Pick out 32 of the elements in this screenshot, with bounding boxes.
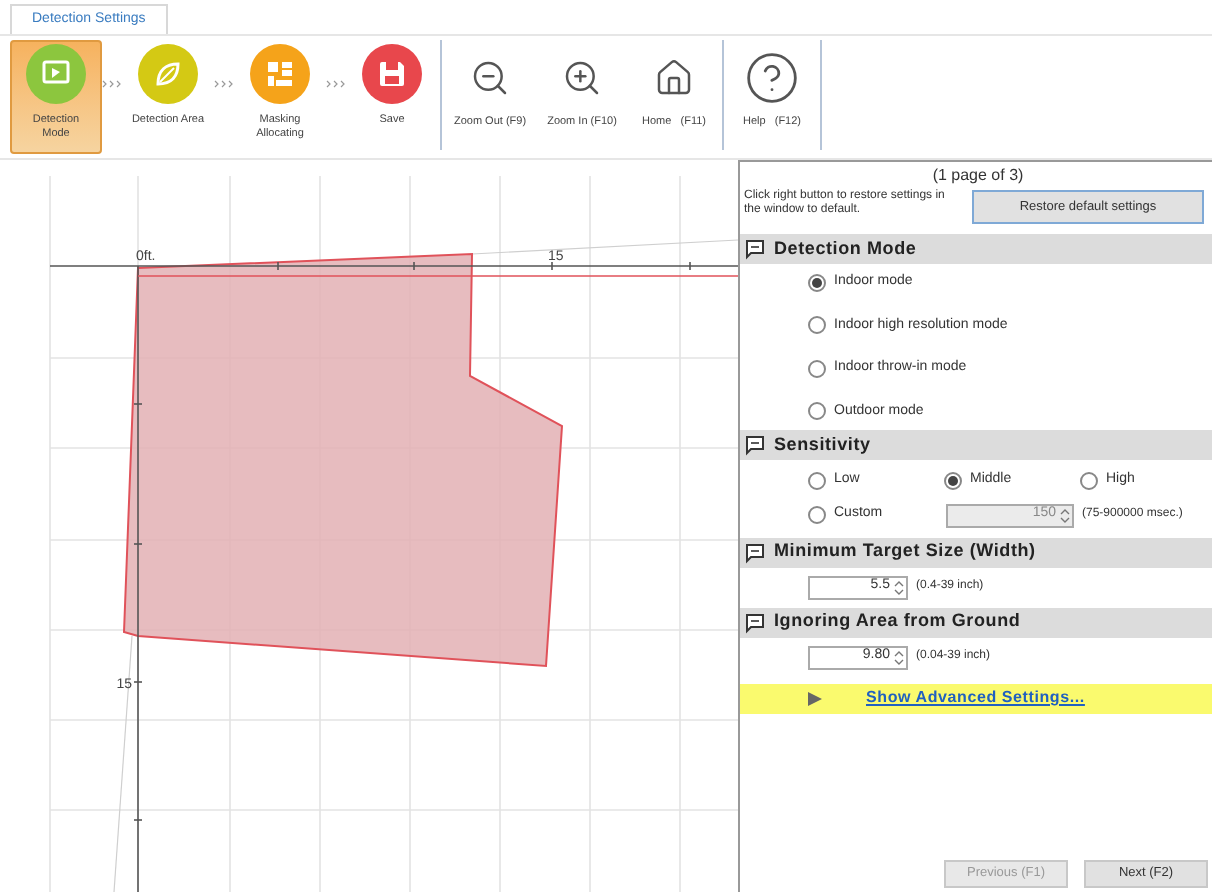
radio-button[interactable] — [808, 402, 826, 421]
screen-icon — [42, 60, 70, 88]
zoom-in-icon — [562, 58, 602, 98]
detection-area[interactable] — [122, 252, 564, 668]
zoom-out-icon — [470, 58, 510, 98]
speech-bubble-icon — [744, 434, 766, 456]
radio-button[interactable] — [808, 316, 826, 335]
help-icon — [744, 50, 800, 106]
chevrons-icon — [102, 80, 122, 88]
speech-bubble-icon — [744, 611, 766, 633]
advanced-settings-link[interactable]: Show Advanced Settings... — [866, 686, 1085, 710]
chevrons-icon — [214, 80, 234, 88]
spinner-arrows-icon — [894, 649, 904, 665]
section-title: Sensitivity — [774, 431, 871, 458]
grid-icon — [266, 60, 294, 88]
section-title: Detection Mode — [774, 235, 917, 262]
chevrons-icon — [326, 80, 346, 88]
section-title: Ignoring Area from Ground — [774, 608, 1021, 635]
leaf-icon — [154, 60, 182, 88]
home-icon — [654, 58, 694, 98]
spinner-arrows-icon — [1060, 507, 1070, 523]
section-title: Minimum Target Size (Width) — [774, 538, 1036, 565]
triangle-icon — [808, 691, 822, 705]
page-indicator: (1 page of 3) — [930, 164, 1026, 188]
speech-bubble-icon — [744, 238, 766, 260]
radio-button[interactable] — [808, 273, 826, 292]
radio-button[interactable] — [1080, 471, 1098, 490]
speech-bubble-icon — [744, 541, 766, 563]
radio-button[interactable] — [808, 471, 826, 490]
radio-button[interactable] — [808, 359, 826, 378]
radio-button[interactable] — [944, 471, 962, 490]
spinner-arrows-icon — [894, 579, 904, 595]
